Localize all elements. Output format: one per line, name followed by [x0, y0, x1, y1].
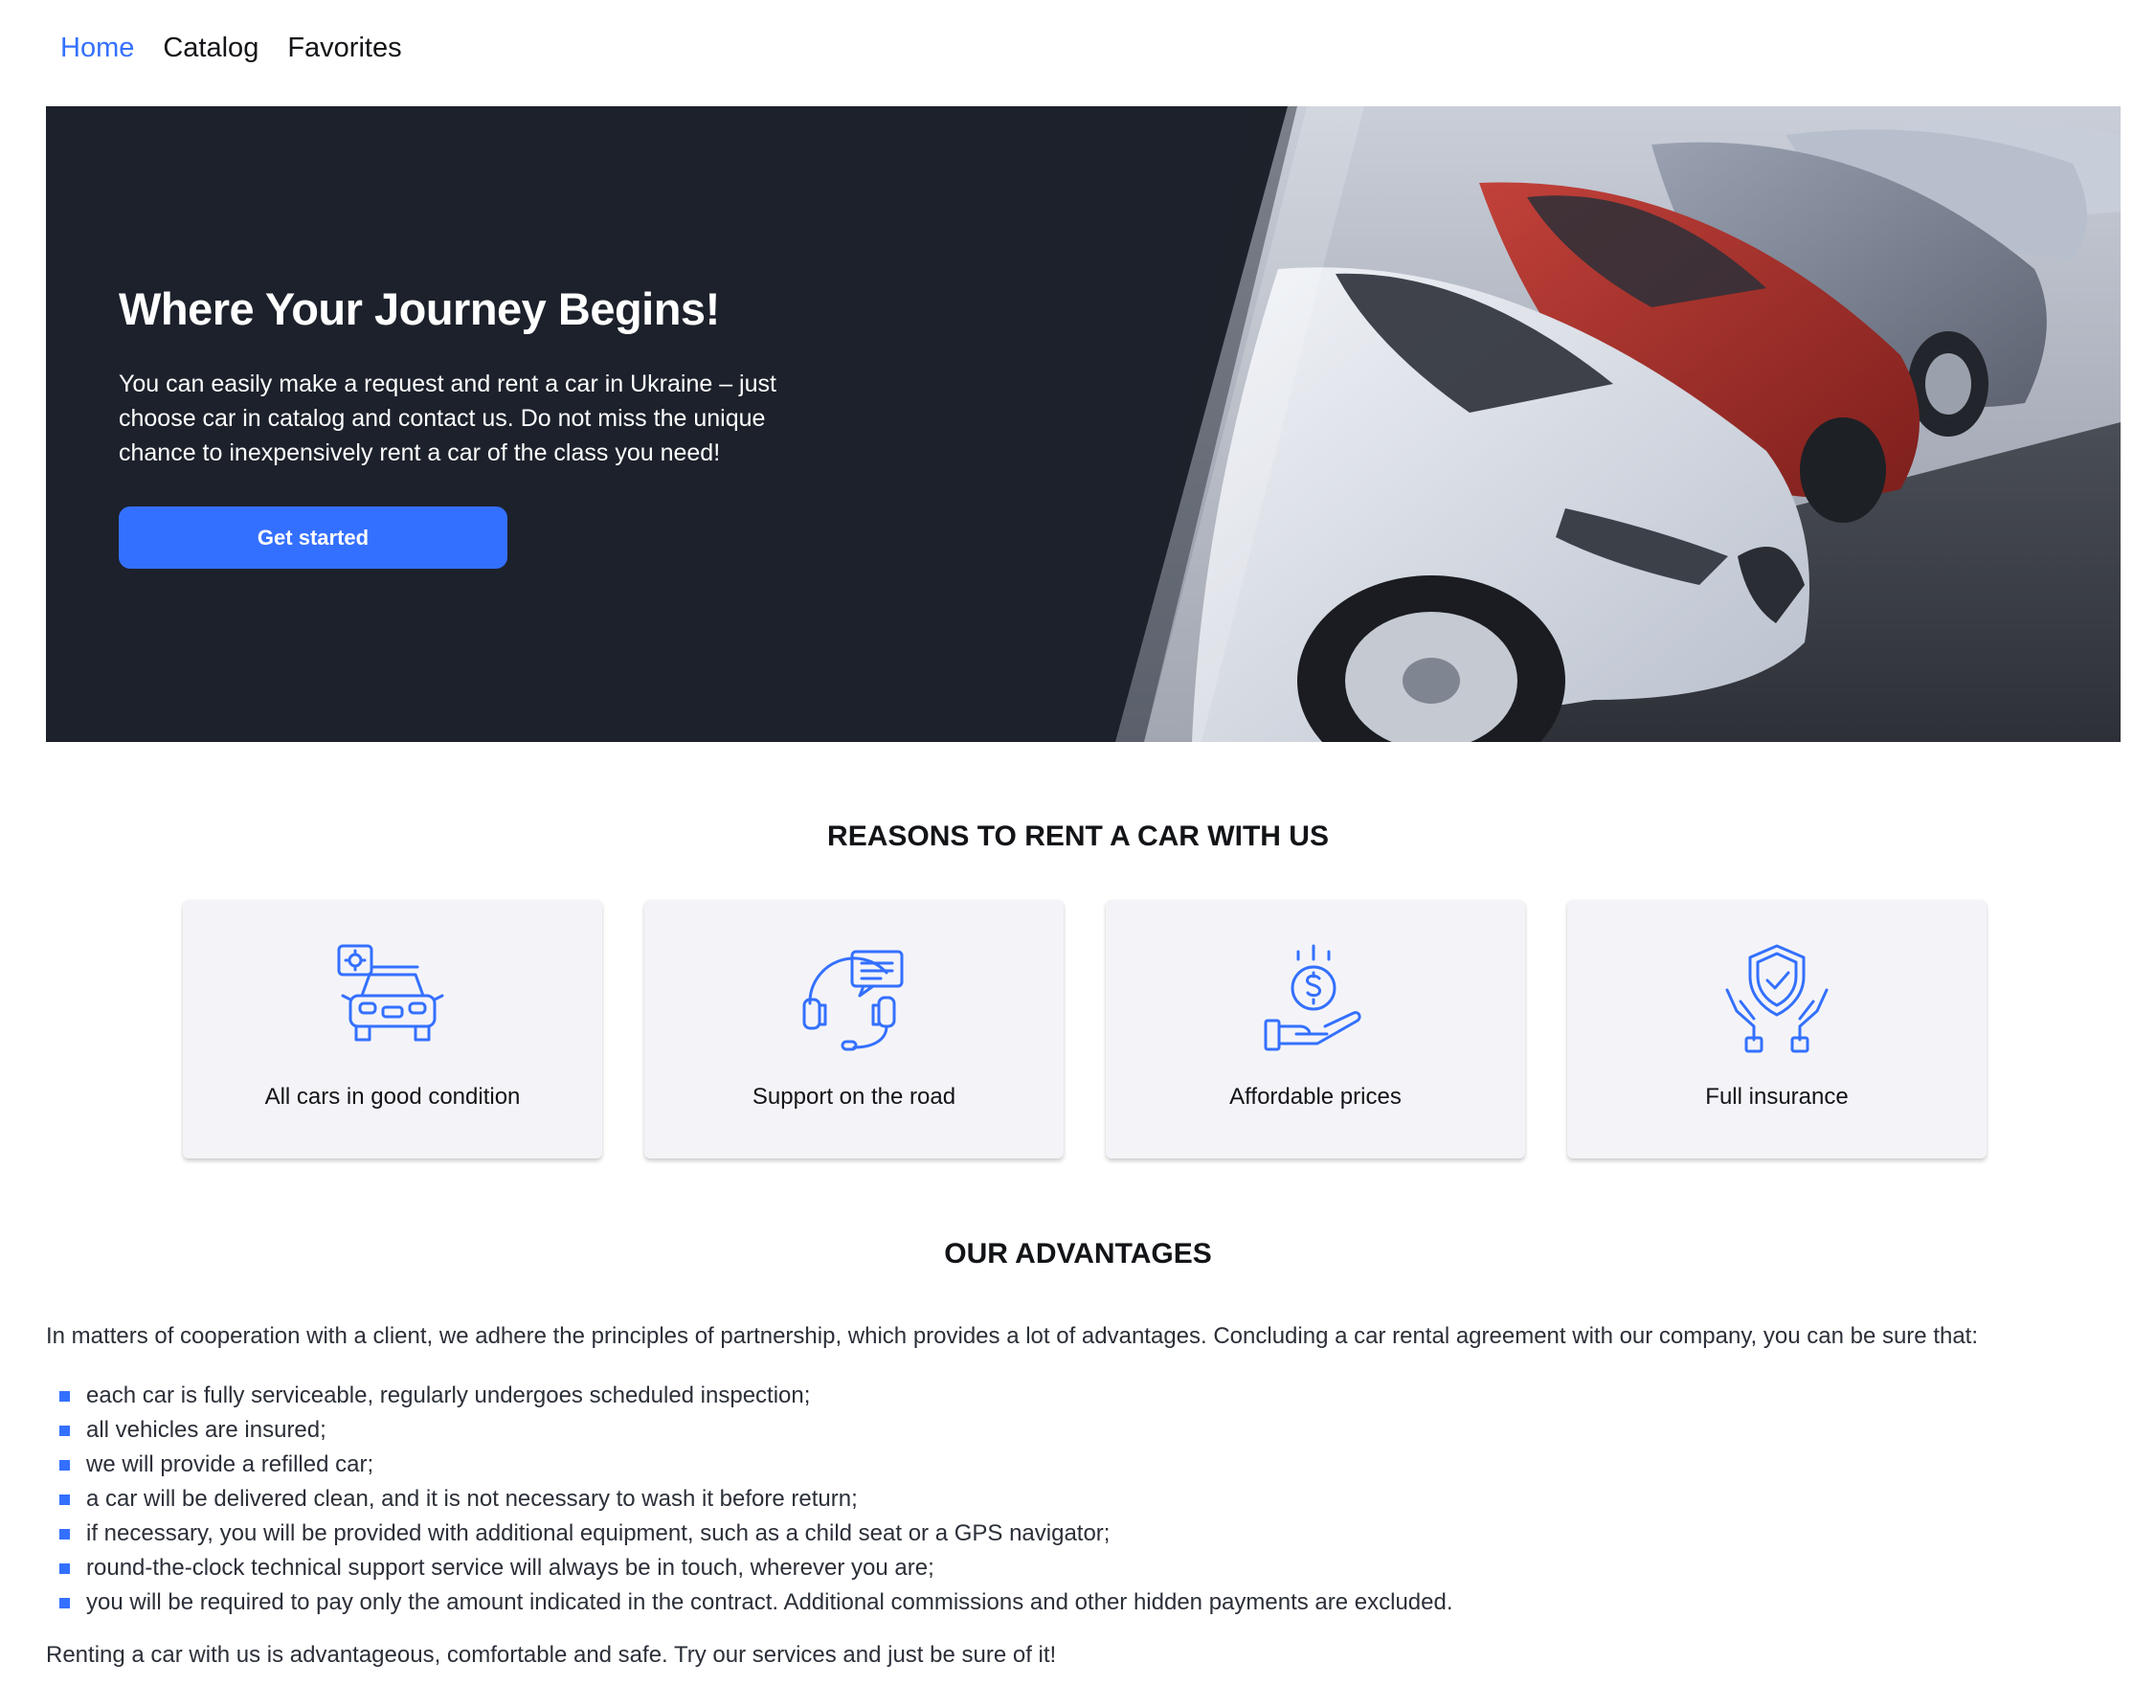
reasons-cards: All cars in good condition Support on th…: [183, 900, 1987, 1158]
hero-title: Where Your Journey Begins!: [119, 283, 720, 334]
list-item: a car will be delivered clean, and it is…: [59, 1482, 1453, 1517]
main-nav: Home Catalog Favorites: [60, 34, 402, 62]
list-item-text: you will be required to pay only the amo…: [86, 1589, 1453, 1615]
reason-label-condition: All cars in good condition: [264, 1084, 521, 1110]
list-item: all vehicles are insured;: [59, 1413, 1453, 1448]
advantages-intro: In matters of cooperation with a client,…: [46, 1323, 1979, 1349]
bullet-icon: [59, 1598, 70, 1608]
reason-card-insurance: Full insurance: [1567, 900, 1987, 1158]
headset-support-icon: [802, 950, 904, 1051]
bullet-icon: [59, 1460, 70, 1471]
reason-label-support: Support on the road: [752, 1084, 956, 1110]
bullet-icon: [59, 1426, 70, 1436]
nav-home-link[interactable]: Home: [60, 34, 134, 62]
list-item-text: a car will be delivered clean, and it is…: [86, 1486, 858, 1512]
list-item-text: if necessary, you will be provided with …: [86, 1520, 1111, 1546]
list-item: we will provide a refilled car;: [59, 1448, 1453, 1482]
list-item-text: each car is fully serviceable, regularly…: [86, 1382, 811, 1408]
list-item: each car is fully serviceable, regularly…: [59, 1379, 1453, 1413]
list-item: if necessary, you will be provided with …: [59, 1517, 1453, 1551]
hero-banner: Where Your Journey Begins! You can easil…: [46, 106, 2121, 742]
get-started-button[interactable]: Get started: [119, 506, 507, 569]
reason-card-prices: Affordable prices: [1106, 900, 1525, 1158]
advantages-outro: Renting a car with us is advantageous, c…: [46, 1642, 1057, 1668]
list-item-text: all vehicles are insured;: [86, 1417, 326, 1443]
parked-cars-photo: [1115, 106, 2121, 742]
list-item: round-the-clock technical support servic…: [59, 1551, 1453, 1585]
coin-hand-icon: [1264, 944, 1361, 1051]
advantages-list: each car is fully serviceable, regularly…: [59, 1379, 1453, 1620]
bullet-icon: [59, 1563, 70, 1574]
reason-label-insurance: Full insurance: [1705, 1084, 1849, 1110]
advantages-title: OUR ADVANTAGES: [944, 1238, 1212, 1270]
reasons-title: REASONS TO RENT A CAR WITH US: [827, 820, 1329, 852]
list-item-text: we will provide a refilled car;: [86, 1451, 374, 1477]
nav-favorites-link[interactable]: Favorites: [287, 34, 401, 62]
reason-label-prices: Affordable prices: [1229, 1084, 1402, 1110]
bullet-icon: [59, 1529, 70, 1539]
reason-card-condition: All cars in good condition: [183, 900, 602, 1158]
list-item-text: round-the-clock technical support servic…: [86, 1555, 934, 1581]
reason-card-support: Support on the road: [644, 900, 1064, 1158]
shield-hands-icon: [1725, 944, 1829, 1053]
car-service-icon: [337, 944, 444, 1042]
list-item: you will be required to pay only the amo…: [59, 1585, 1453, 1620]
bullet-icon: [59, 1391, 70, 1402]
bullet-icon: [59, 1494, 70, 1505]
hero-description: You can easily make a request and rent a…: [119, 371, 776, 466]
nav-catalog-link[interactable]: Catalog: [163, 34, 258, 62]
